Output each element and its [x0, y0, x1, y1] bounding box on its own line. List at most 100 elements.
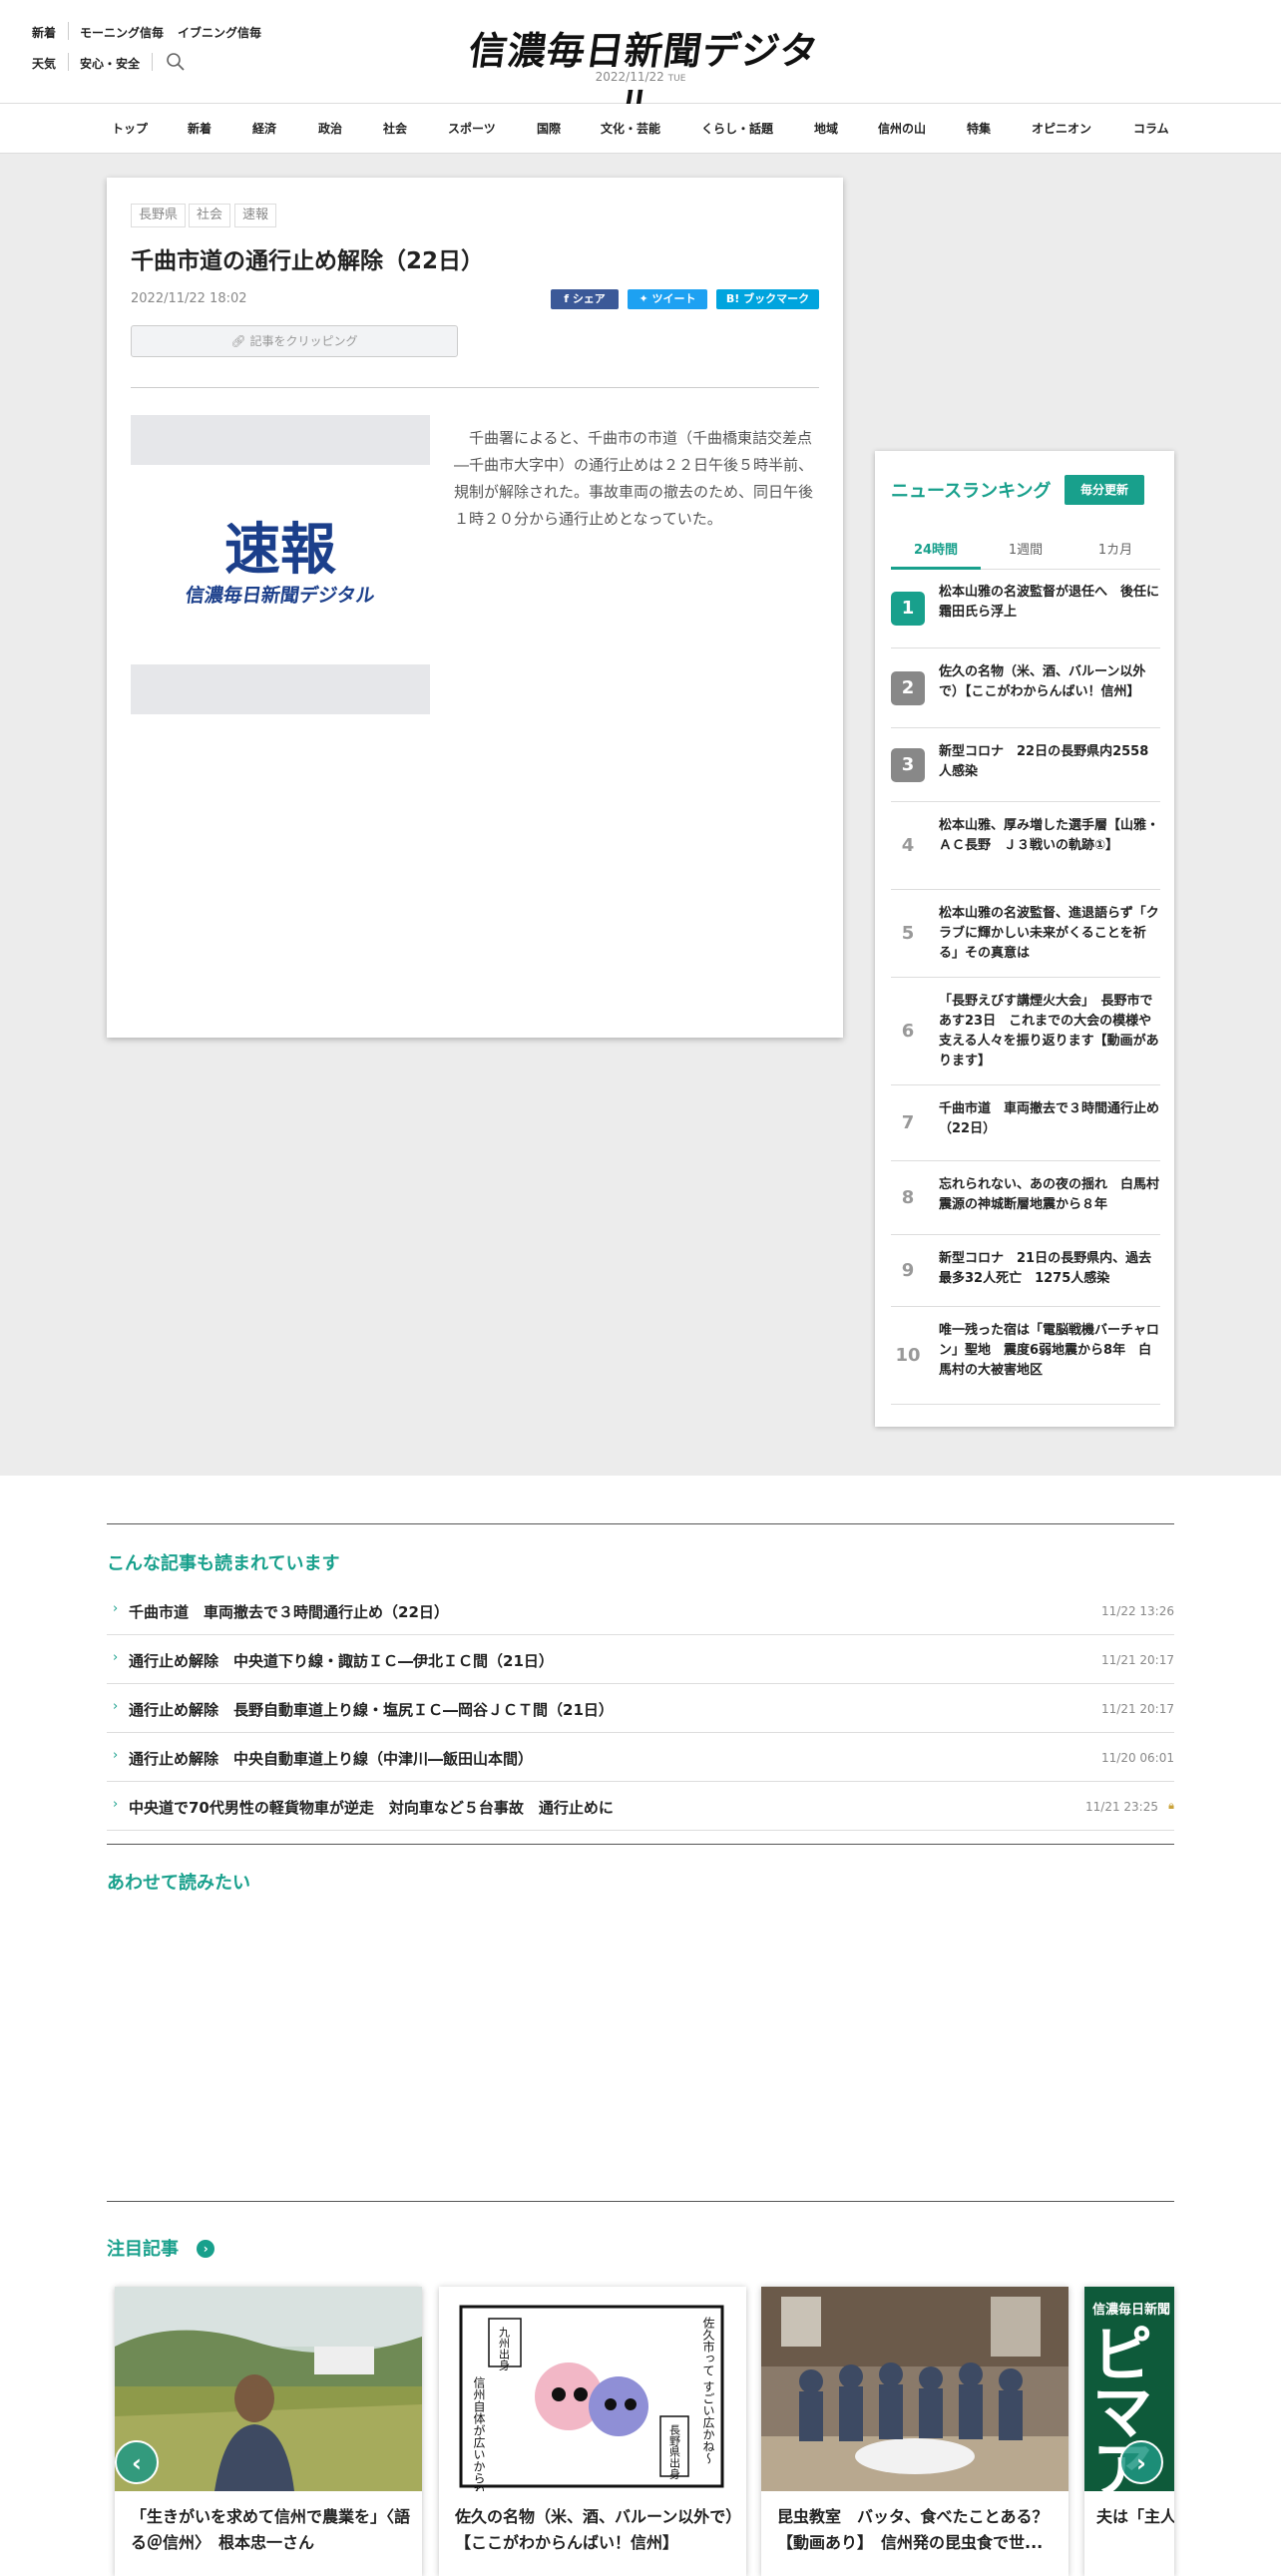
- related-item[interactable]: › 通行止め解除 中央自動車道上り線（中津川―飯田山本間） 11/20 06:01: [107, 1733, 1174, 1782]
- ranking-item[interactable]: 4 松本山雅、厚み増した選手層【山雅・ＡＣ長野 Ｊ３戦いの軌跡①】: [891, 802, 1160, 890]
- ranking-item[interactable]: 7 千曲市道 車両撤去で３時間通行止め（22日）: [891, 1085, 1160, 1161]
- nav-region[interactable]: 地域: [814, 120, 838, 137]
- related-item[interactable]: 🔒︎ › 中央道で70代男性の軽貨物車が逆走 対向車など５台事故 通行止めに 11/2…: [107, 1782, 1174, 1831]
- tab-1week[interactable]: 1週間: [981, 539, 1070, 558]
- carousel-prev-button[interactable]: ‹: [115, 2440, 159, 2484]
- related-item[interactable]: › 千曲市道 車両撤去で３時間通行止め（22日） 11/22 13:26: [107, 1586, 1174, 1635]
- tab-1month[interactable]: 1カ月: [1070, 539, 1160, 558]
- ranking-item-title: 忘れられない、あの夜の揺れ 白馬村震源の神城断層地震から８年: [939, 1177, 1160, 1212]
- section-divider: [107, 2201, 1174, 2202]
- divider: [131, 387, 819, 388]
- category-nav: トップ 新着 経済 政治 社会 スポーツ 国際 文化・芸能 くらし・話題 地域 …: [0, 104, 1281, 154]
- search-icon[interactable]: [166, 52, 186, 72]
- nav-link-morning[interactable]: モーニング信毎: [80, 24, 164, 41]
- nav-politics[interactable]: 政治: [318, 120, 342, 137]
- related-item-title: 通行止め解除 中央道下り線・諏訪ＩＣ―伊北ＩＣ間（21日）: [129, 1652, 554, 1670]
- tag-society[interactable]: 社会: [189, 204, 231, 227]
- rank-number: 3: [891, 748, 925, 782]
- ranking-item[interactable]: 1 松本山雅の名波監督が退任へ 後任に霜田氏ら浮上: [891, 569, 1160, 648]
- nav-life[interactable]: くらし・話題: [701, 120, 773, 137]
- facebook-icon: f: [564, 292, 573, 305]
- paperclip-icon: 🔗︎: [230, 334, 250, 348]
- tweet-button[interactable]: ✦ ツイート: [628, 289, 707, 309]
- nav-new[interactable]: 新着: [188, 120, 212, 137]
- ranking-item[interactable]: 5 松本山雅の名波監督、進退語らず「クラブに輝かしい未来がくることを祈る」その真意…: [891, 890, 1160, 978]
- nav-culture[interactable]: 文化・芸能: [601, 120, 660, 137]
- nav-sports[interactable]: スポーツ: [448, 120, 496, 137]
- related-item-date: 11/20 06:01: [1101, 1751, 1174, 1765]
- article-title: 千曲市道の通行止め解除（22日）: [131, 248, 485, 274]
- featured-heading: 注目記事 ›: [107, 2235, 215, 2261]
- section-divider: [107, 1523, 1174, 1524]
- ranking-item-title: 新型コロナ 21日の長野県内、過去最多32人死亡 1275人感染: [939, 1251, 1152, 1286]
- rank-number: 5: [901, 923, 915, 944]
- manga-text: 長野県出身: [668, 2424, 681, 2480]
- carousel-next-button[interactable]: ›: [1119, 2440, 1163, 2484]
- clip-article-button[interactable]: 🔗︎ 記事をクリッピング: [131, 325, 458, 357]
- tweet-label: ツイート: [651, 292, 696, 305]
- article-card: 長野県 社会 速報 千曲市道の通行止め解除（22日） 2022/11/22 18…: [107, 178, 843, 1038]
- site-header: 新着 モーニング信毎 イブニング信毎 天気 安心・安全 信濃毎日新聞デジタル 2…: [0, 0, 1281, 128]
- related-item-date: 11/21 20:17: [1101, 1702, 1174, 1716]
- nav-top[interactable]: トップ: [112, 120, 148, 137]
- clip-label: 記事をクリッピング: [249, 334, 358, 348]
- image-placeholder-top: [131, 415, 430, 465]
- nav-international[interactable]: 国際: [537, 120, 561, 137]
- tag-nagano[interactable]: 長野県: [131, 204, 187, 227]
- article-body: 千曲署によると、千曲市の市道（千曲橋東詰交差点―千曲市大字中）の通行止めは２２日…: [454, 429, 814, 528]
- chevron-right-icon: ›: [113, 1699, 119, 1714]
- ranking-item-title: 千曲市道 車両撤去で３時間通行止め（22日）: [939, 1101, 1160, 1136]
- featured-card[interactable]: 九州出身 佐久市って すごい広かね〜 信州自体が広いからね 長野県出身 佐久の名…: [439, 2287, 746, 2576]
- rank-number: 9: [901, 1260, 915, 1281]
- nav-link-evening[interactable]: イブニング信毎: [178, 24, 261, 41]
- nav-link-new[interactable]: 新着: [32, 24, 56, 41]
- breaking-image-logo: 信濃毎日新聞デジタル: [184, 585, 377, 607]
- manga-text: 佐久市って すごい広かね〜: [701, 2317, 715, 2464]
- nav-link-safety[interactable]: 安心・安全: [80, 55, 140, 72]
- tab-24h[interactable]: 24時間: [891, 539, 981, 558]
- promo-logo: 信濃毎日新聞: [1092, 2303, 1171, 2318]
- nav-mountains[interactable]: 信州の山: [878, 120, 926, 137]
- ranking-item[interactable]: 3 新型コロナ 22日の長野県内2558人感染: [891, 728, 1160, 802]
- ranking-item-title: 松本山雅の名波監督が退任へ 後任に霜田氏ら浮上: [939, 585, 1160, 620]
- twitter-icon: ✦: [639, 292, 652, 305]
- nav-opinion[interactable]: オピニオン: [1032, 120, 1091, 137]
- ranking-item[interactable]: 6 「長野えびす講煙火大会」 長野市であす23日 これまでの大会の模様や支える人々…: [891, 978, 1160, 1085]
- tag-breaking[interactable]: 速報: [234, 204, 277, 227]
- related-item[interactable]: › 通行止め解除 中央道下り線・諏訪ＩＣ―伊北ＩＣ間（21日） 11/21 20:1…: [107, 1635, 1174, 1684]
- related-item-title: 千曲市道 車両撤去で３時間通行止め（22日）: [129, 1603, 449, 1621]
- chevron-right-icon: ›: [113, 1797, 119, 1812]
- nav-link-weather[interactable]: 天気: [32, 55, 56, 72]
- divider: [152, 53, 153, 71]
- rank-number: 10: [895, 1345, 921, 1366]
- nav-special[interactable]: 特集: [967, 120, 991, 137]
- featured-card[interactable]: 信濃毎日新聞 ピマア 夫は「主人」い、女性の...: [1084, 2287, 1174, 2576]
- nav-economy[interactable]: 経済: [252, 120, 276, 137]
- related-heading: こんな記事も読まれています: [107, 1553, 340, 1574]
- ranking-item[interactable]: 9 新型コロナ 21日の長野県内、過去最多32人死亡 1275人感染: [891, 1235, 1160, 1307]
- rank-number: 2: [891, 671, 925, 705]
- featured-caption: 昆虫教室 バッタ、食べたことある？【動画あり】 信州発の昆虫食で世...: [777, 2507, 1049, 2552]
- ranking-item[interactable]: 2 佐久の名物（米、酒、バルーン以外で）【ここがわからんばい！信州】: [891, 648, 1160, 728]
- related-item[interactable]: › 通行止め解除 長野自動車道上り線・塩尻ＩＣ―岡谷ＪＣＴ間（21日） 11/21 …: [107, 1684, 1174, 1733]
- nav-column[interactable]: コラム: [1133, 120, 1169, 137]
- chevron-right-icon[interactable]: ›: [197, 2240, 215, 2258]
- nav-society[interactable]: 社会: [383, 120, 407, 137]
- divider: [68, 53, 69, 71]
- ranking-item[interactable]: 10 唯一残った宿は「電脳戦機バーチャロン」聖地 震度6弱地震から8年 白馬村の大…: [891, 1307, 1160, 1405]
- related-item-title: 通行止め解除 中央自動車道上り線（中津川―飯田山本間）: [129, 1750, 534, 1768]
- facebook-share-button[interactable]: f シェア: [551, 289, 619, 309]
- chevron-right-icon: ›: [113, 1650, 119, 1665]
- ranking-title: ニュースランキング: [891, 481, 1052, 502]
- featured-card[interactable]: 昆虫教室 バッタ、食べたことある？【動画あり】 信州発の昆虫食で世...: [761, 2287, 1068, 2576]
- bookmark-button[interactable]: B! ブックマーク: [716, 289, 819, 309]
- bookmark-label: ブックマーク: [743, 292, 810, 305]
- ranking-item-title: 松本山雅、厚み増した選手層【山雅・ＡＣ長野 Ｊ３戦いの軌跡①】: [939, 818, 1160, 853]
- header-date: 2022/11/22 TUE: [541, 70, 740, 84]
- image-placeholder-bottom: [131, 664, 430, 714]
- featured-manga-image: 九州出身 佐久市って すごい広かね〜 信州自体が広いからね 長野県出身: [439, 2287, 746, 2491]
- news-ranking: ニュースランキング 毎分更新 24時間 1週間 1カ月 1 松本山雅の名波監督が退…: [875, 451, 1174, 1427]
- featured-card[interactable]: 「生きがいを求めて信州で農業を」〈語る＠信州〉 根本忠一さん: [115, 2287, 422, 2576]
- ranking-item[interactable]: 8 忘れられない、あの夜の揺れ 白馬村震源の神城断層地震から８年: [891, 1161, 1160, 1235]
- ranking-update-button[interactable]: 毎分更新: [1065, 475, 1144, 505]
